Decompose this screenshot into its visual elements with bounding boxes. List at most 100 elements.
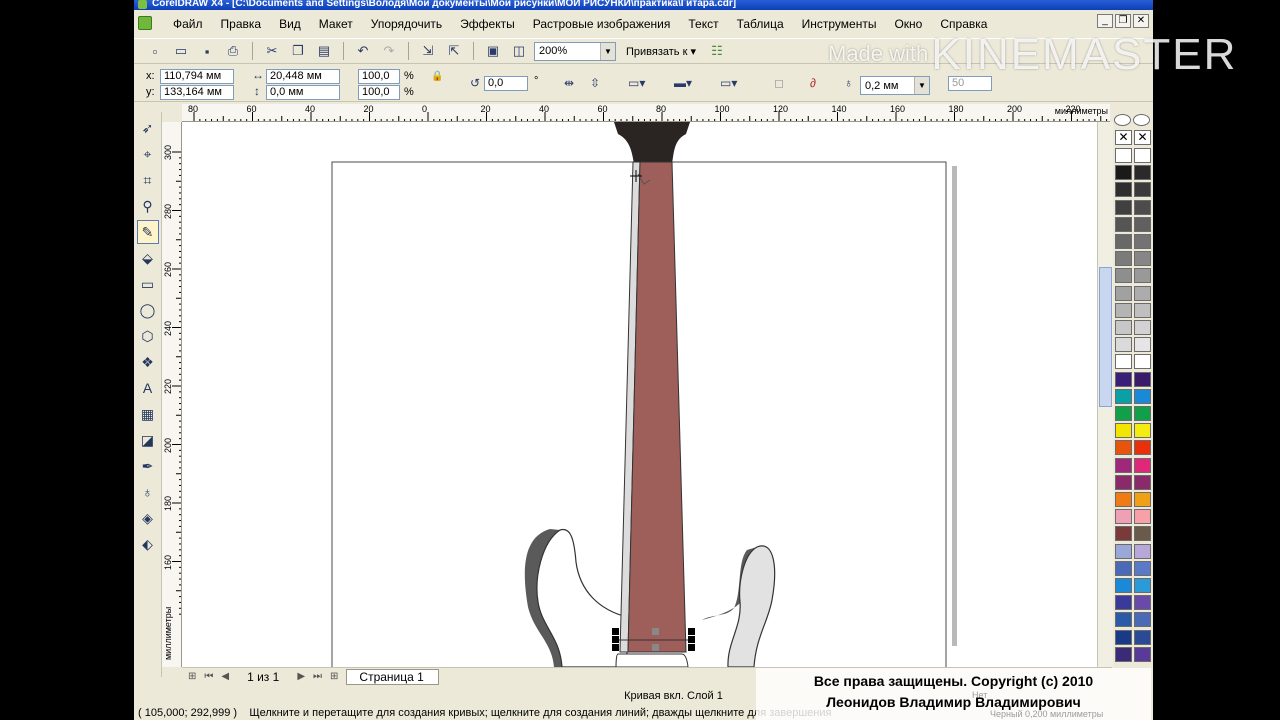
text-tool-icon[interactable]: A xyxy=(137,376,159,400)
width-field[interactable]: 20,448 мм xyxy=(266,69,340,84)
scrollbar-thumb[interactable] xyxy=(1099,267,1112,407)
color-swatch[interactable] xyxy=(1134,595,1151,611)
zoom-tool-icon[interactable]: ⚲ xyxy=(137,194,159,218)
redo-icon[interactable]: ↷ xyxy=(378,40,400,62)
mirror-vertical-icon[interactable]: ⇳ xyxy=(590,76,600,91)
restore-button[interactable]: ❐ xyxy=(1115,14,1131,28)
color-swatch[interactable] xyxy=(1134,560,1151,576)
print-icon[interactable]: ⎙ xyxy=(222,40,244,62)
eyedropper-tool-icon[interactable]: ✒ xyxy=(137,454,159,478)
color-swatch[interactable] xyxy=(1134,182,1151,198)
application-launcher-icon[interactable]: ▣ xyxy=(482,40,504,62)
color-swatch[interactable] xyxy=(1134,646,1151,662)
start-arrowhead-icon[interactable]: ▭▾ xyxy=(628,76,645,91)
color-swatch[interactable] xyxy=(1134,406,1151,421)
color-swatch[interactable] xyxy=(1115,234,1132,249)
save-icon[interactable]: ▪ xyxy=(196,40,218,62)
color-swatch[interactable] xyxy=(1115,543,1132,559)
close-curve-icon[interactable]: ◻ xyxy=(774,76,784,91)
color-swatch[interactable] xyxy=(1134,234,1151,249)
color-swatch[interactable] xyxy=(1115,474,1132,490)
freehand-tool-icon[interactable]: ✎ xyxy=(136,220,159,244)
color-swatch[interactable] xyxy=(1115,612,1132,628)
color-swatch[interactable] xyxy=(1115,216,1132,232)
rotation-angle-field[interactable]: 0,0 xyxy=(484,76,528,91)
palette-scroll-up-icon[interactable] xyxy=(1114,114,1131,126)
add-page-icon[interactable]: ⊞ xyxy=(188,671,196,682)
interactive-fill-tool-icon[interactable]: ⬖ xyxy=(137,532,159,556)
color-swatch[interactable] xyxy=(1134,388,1151,404)
color-swatch[interactable] xyxy=(1115,595,1132,611)
outline-tool-icon[interactable]: ♁ xyxy=(137,480,159,504)
import-icon[interactable]: ⇲ xyxy=(417,40,439,62)
menu-arrange[interactable]: Упорядочить xyxy=(362,13,451,35)
menu-layout[interactable]: Макет xyxy=(310,13,362,35)
shape-tool-icon[interactable]: ⌖ xyxy=(137,142,159,166)
color-swatch[interactable] xyxy=(1115,526,1132,542)
minimize-button[interactable]: _ xyxy=(1097,14,1113,28)
scale-y-field[interactable]: 100,0 xyxy=(358,85,400,100)
crop-tool-icon[interactable]: ⌗ xyxy=(137,168,159,192)
menu-edit[interactable]: Правка xyxy=(212,13,271,35)
color-swatch[interactable] xyxy=(1115,354,1132,370)
next-page-icon[interactable]: ▶ xyxy=(297,671,305,682)
color-swatch[interactable] xyxy=(1115,492,1132,507)
color-swatch[interactable] xyxy=(1134,216,1151,232)
options-icon[interactable]: ☷ xyxy=(706,40,728,62)
color-swatch[interactable] xyxy=(1134,268,1151,284)
ellipse-tool-icon[interactable]: ◯ xyxy=(137,298,159,322)
table-tool-icon[interactable]: ▦ xyxy=(137,402,159,426)
height-field[interactable]: 0,0 мм xyxy=(266,85,340,100)
color-swatch[interactable] xyxy=(1134,251,1151,267)
color-swatch[interactable] xyxy=(1134,302,1151,318)
color-swatch[interactable] xyxy=(1134,371,1151,387)
menu-view[interactable]: Вид xyxy=(270,13,310,35)
first-page-icon[interactable]: ⏮ xyxy=(204,671,213,682)
cut-icon[interactable]: ✂ xyxy=(261,40,283,62)
wrap-text-icon[interactable]: ∂ xyxy=(810,76,816,91)
color-swatch[interactable] xyxy=(1134,440,1151,456)
color-swatch[interactable] xyxy=(1134,509,1151,525)
color-swatch[interactable] xyxy=(1134,457,1151,473)
interactive-blend-tool-icon[interactable]: ◪ xyxy=(137,428,159,452)
color-swatch[interactable] xyxy=(1115,199,1132,215)
color-swatch[interactable] xyxy=(1115,148,1132,163)
chevron-down-icon[interactable]: ▼ xyxy=(600,42,615,60)
smart-fill-tool-icon[interactable]: ⬙ xyxy=(137,246,159,270)
color-swatch[interactable] xyxy=(1134,199,1151,215)
color-swatch[interactable] xyxy=(1115,509,1132,525)
color-swatch[interactable] xyxy=(1115,320,1132,335)
color-swatch[interactable] xyxy=(1134,337,1151,353)
color-swatch[interactable] xyxy=(1115,646,1132,662)
menu-file[interactable]: Файл xyxy=(164,13,212,35)
color-swatch[interactable] xyxy=(1134,148,1151,163)
color-swatch[interactable] xyxy=(1134,320,1151,335)
undo-icon[interactable]: ↶ xyxy=(352,40,374,62)
color-swatch[interactable] xyxy=(1115,337,1132,353)
pick-tool-icon[interactable]: ➶ xyxy=(137,116,159,140)
last-page-icon[interactable]: ⏭ xyxy=(313,671,322,682)
close-button[interactable]: ✕ xyxy=(1133,14,1149,28)
scale-x-field[interactable]: 100,0 xyxy=(358,69,400,84)
fill-tool-icon[interactable]: ◈ xyxy=(137,506,159,530)
rectangle-tool-icon[interactable]: ▭ xyxy=(137,272,159,296)
no-fill-swatch-icon[interactable]: ✕ xyxy=(1134,130,1151,145)
mirror-horizontal-icon[interactable]: ⇹ xyxy=(564,76,574,91)
open-icon[interactable]: ▭ xyxy=(170,40,192,62)
y-position-field[interactable]: 133,164 мм xyxy=(160,85,234,100)
color-swatch[interactable] xyxy=(1134,492,1151,507)
color-swatch[interactable] xyxy=(1115,560,1132,576)
color-swatch[interactable] xyxy=(1115,388,1132,404)
color-swatch[interactable] xyxy=(1115,440,1132,456)
color-swatch[interactable] xyxy=(1134,543,1151,559)
export-icon[interactable]: ⇱ xyxy=(443,40,465,62)
snap-to-button[interactable]: Привязать к ▾ xyxy=(620,45,702,58)
menu-effects[interactable]: Эффекты xyxy=(451,13,524,35)
vertical-ruler[interactable]: 300 280 260 240 220 200 180 160 xyxy=(162,122,182,667)
copy-icon[interactable]: ❐ xyxy=(287,40,309,62)
color-swatch[interactable] xyxy=(1115,302,1132,318)
lock-ratio-icon[interactable]: 🔒 xyxy=(431,69,443,84)
color-swatch[interactable] xyxy=(1115,423,1132,439)
horizontal-ruler[interactable]: 8060402002040608010012014016018020022024… xyxy=(182,104,1110,122)
color-swatch[interactable] xyxy=(1134,423,1151,439)
